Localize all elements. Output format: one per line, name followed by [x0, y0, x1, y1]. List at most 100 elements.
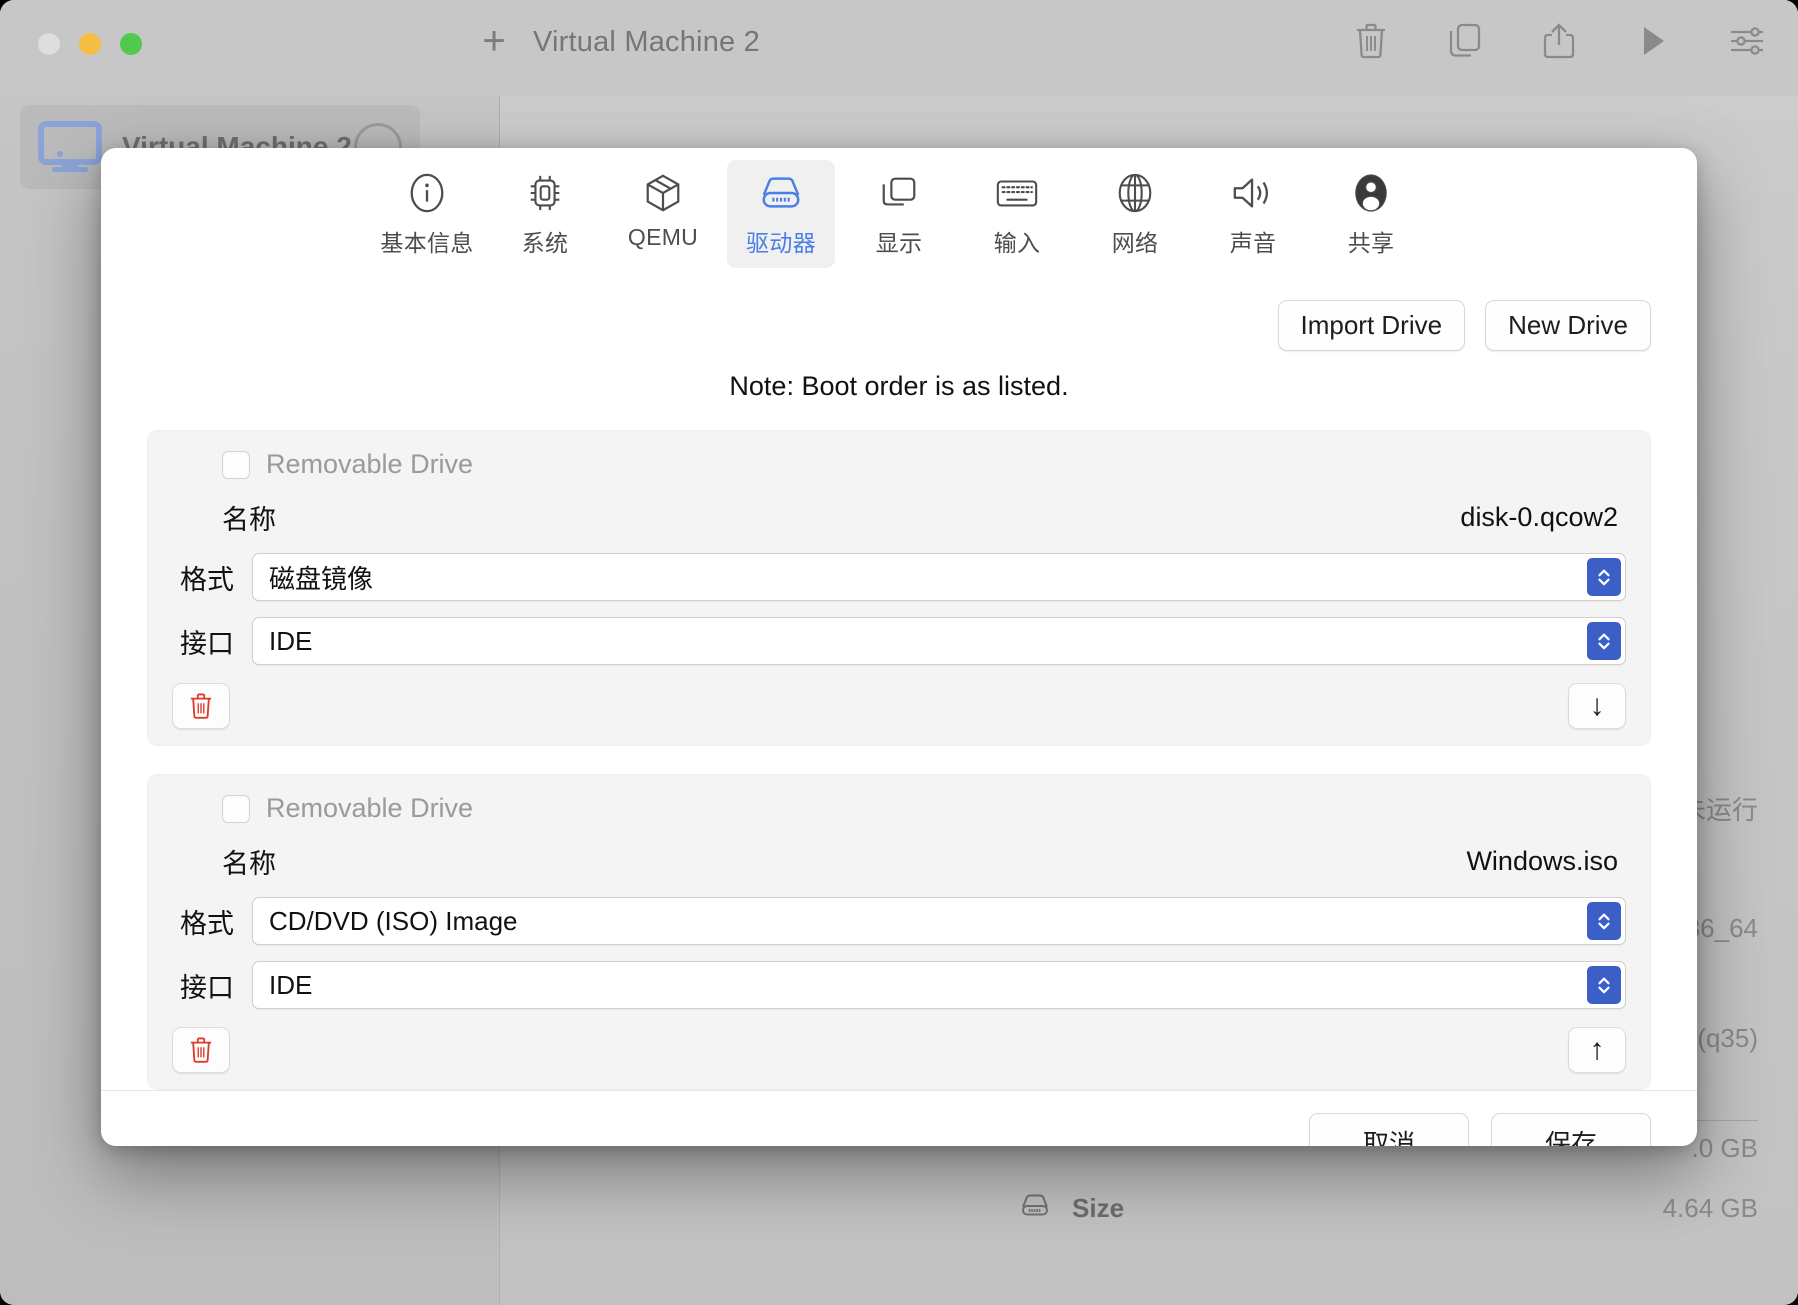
detail-row-value: 4.64 GB	[1663, 1193, 1758, 1224]
delete-drive-button[interactable]	[172, 683, 230, 729]
keyboard-icon	[994, 170, 1040, 216]
info-circle-icon	[406, 170, 448, 216]
tab-label: 基本信息	[380, 224, 473, 258]
tab-network[interactable]: 网络	[1081, 160, 1189, 268]
cpu-chip-icon	[524, 170, 566, 216]
title-bar: + Virtual Machine 2	[0, 0, 1798, 96]
removable-drive-label: Removable Drive	[266, 793, 473, 824]
share-icon[interactable]	[1538, 18, 1580, 64]
drive-format-select[interactable]: 磁盘镜像	[252, 553, 1626, 601]
drive-format-row: 格式 CD/DVD (ISO) Image	[172, 897, 1626, 945]
removable-drive-checkbox[interactable]	[222, 795, 250, 823]
tab-input[interactable]: 输入	[963, 160, 1071, 268]
arrow-down-icon: ↓	[1590, 691, 1605, 721]
tab-system[interactable]: 系统	[491, 160, 599, 268]
drive-interface-select[interactable]: IDE	[252, 617, 1626, 665]
drive-card: Removable Drive 名称 Windows.iso 格式 CD/DVD…	[147, 774, 1651, 1090]
arrow-up-icon: ↑	[1590, 1035, 1605, 1065]
drive-format-label: 格式	[172, 558, 234, 597]
drive-interface-label: 接口	[172, 966, 234, 1005]
drive-name-label: 名称	[222, 498, 276, 537]
drive-actions: Import Drive New Drive	[147, 300, 1651, 351]
new-drive-button[interactable]: New Drive	[1485, 300, 1651, 351]
tab-label: 声音	[1230, 224, 1277, 258]
tab-label: QEMU	[628, 224, 698, 251]
detail-row-size: Size 4.64 GB	[1020, 1180, 1758, 1236]
screen: Virtual Machine 2 未运行 86_64 (q35)	[0, 0, 1798, 1305]
import-drive-button[interactable]: Import Drive	[1278, 300, 1466, 351]
removable-drive-label: Removable Drive	[266, 449, 473, 480]
drive-interface-value: IDE	[269, 626, 312, 657]
detail-row-label: Size	[1020, 1193, 1124, 1224]
boot-order-note: Note: Boot order is as listed.	[147, 371, 1651, 402]
drive-name-row: 名称 disk-0.qcow2	[172, 498, 1626, 537]
save-button[interactable]: 保存	[1491, 1113, 1651, 1146]
chevron-updown-icon[interactable]	[1587, 622, 1621, 660]
chevron-updown-icon[interactable]	[1587, 966, 1621, 1004]
tab-label: 显示	[876, 224, 923, 258]
add-vm-button[interactable]: +	[474, 22, 514, 62]
trash-icon[interactable]	[1350, 18, 1392, 64]
drive-name-row: 名称 Windows.iso	[172, 842, 1626, 881]
tab-qemu[interactable]: QEMU	[609, 160, 717, 261]
detail-row-value: .0 GB	[1692, 1133, 1758, 1164]
tab-basic-info[interactable]: 基本信息	[373, 160, 481, 268]
drive-format-row: 格式 磁盘镜像	[172, 553, 1626, 601]
tab-label: 系统	[522, 224, 569, 258]
globe-icon	[1114, 170, 1156, 216]
tab-label: 输入	[994, 224, 1041, 258]
tab-sharing[interactable]: 共享	[1317, 160, 1425, 268]
page-title: Virtual Machine 2	[533, 26, 760, 59]
drive-format-value: CD/DVD (ISO) Image	[269, 906, 518, 937]
drive-name-value: Windows.iso	[1466, 846, 1618, 877]
drives-settings-dialog: 基本信息 系统	[101, 148, 1697, 1146]
tab-display[interactable]: 显示	[845, 160, 953, 268]
dialog-footer: 取消 保存	[101, 1090, 1697, 1146]
person-icon	[1350, 170, 1392, 216]
move-drive-down-button[interactable]: ↓	[1568, 683, 1626, 729]
maximize-button[interactable]	[120, 33, 142, 55]
drive-format-label: 格式	[172, 902, 234, 941]
drive-row-actions: ↓	[172, 683, 1626, 729]
speaker-icon	[1231, 170, 1275, 216]
display-icon	[38, 121, 102, 173]
delete-drive-button[interactable]	[172, 1027, 230, 1073]
drive-icon	[759, 170, 803, 216]
detail-row-value: (q35)	[1697, 1023, 1758, 1054]
close-button[interactable]	[38, 33, 60, 55]
tab-sound[interactable]: 声音	[1199, 160, 1307, 268]
drive-interface-label: 接口	[172, 622, 234, 661]
drive-card: Removable Drive 名称 disk-0.qcow2 格式 磁盘镜像	[147, 430, 1651, 746]
chevron-updown-icon[interactable]	[1587, 558, 1621, 596]
cancel-button[interactable]: 取消	[1309, 1113, 1469, 1146]
windows-icon	[878, 170, 920, 216]
settings-tabbar: 基本信息 系统	[101, 148, 1697, 276]
window-controls[interactable]	[38, 33, 142, 55]
dialog-body: Import Drive New Drive Note: Boot order …	[101, 276, 1697, 1090]
duplicate-icon[interactable]	[1444, 18, 1486, 64]
drive-interface-row: 接口 IDE	[172, 961, 1626, 1009]
drive-row-actions: ↑	[172, 1027, 1626, 1073]
move-drive-up-button[interactable]: ↑	[1568, 1027, 1626, 1073]
drive-icon	[1020, 1193, 1050, 1224]
removable-drive-checkbox[interactable]	[222, 451, 250, 479]
removable-drive-row[interactable]: Removable Drive	[222, 449, 1626, 480]
minimize-button[interactable]	[79, 33, 101, 55]
play-icon[interactable]	[1632, 18, 1674, 64]
tab-drives[interactable]: 驱动器	[727, 160, 835, 268]
tab-label: 驱动器	[746, 224, 816, 258]
removable-drive-row[interactable]: Removable Drive	[222, 793, 1626, 824]
drive-name-label: 名称	[222, 842, 276, 881]
tab-label: 网络	[1112, 224, 1159, 258]
chevron-updown-icon[interactable]	[1587, 902, 1621, 940]
drive-interface-row: 接口 IDE	[172, 617, 1626, 665]
cube-box-icon	[642, 170, 684, 216]
settings-sliders-icon[interactable]	[1726, 18, 1768, 64]
drive-interface-value: IDE	[269, 970, 312, 1001]
window-toolbar	[1350, 18, 1768, 64]
drive-format-select[interactable]: CD/DVD (ISO) Image	[252, 897, 1626, 945]
drive-name-value: disk-0.qcow2	[1460, 502, 1618, 533]
drive-format-value: 磁盘镜像	[269, 559, 373, 596]
tab-label: 共享	[1348, 224, 1395, 258]
drive-interface-select[interactable]: IDE	[252, 961, 1626, 1009]
